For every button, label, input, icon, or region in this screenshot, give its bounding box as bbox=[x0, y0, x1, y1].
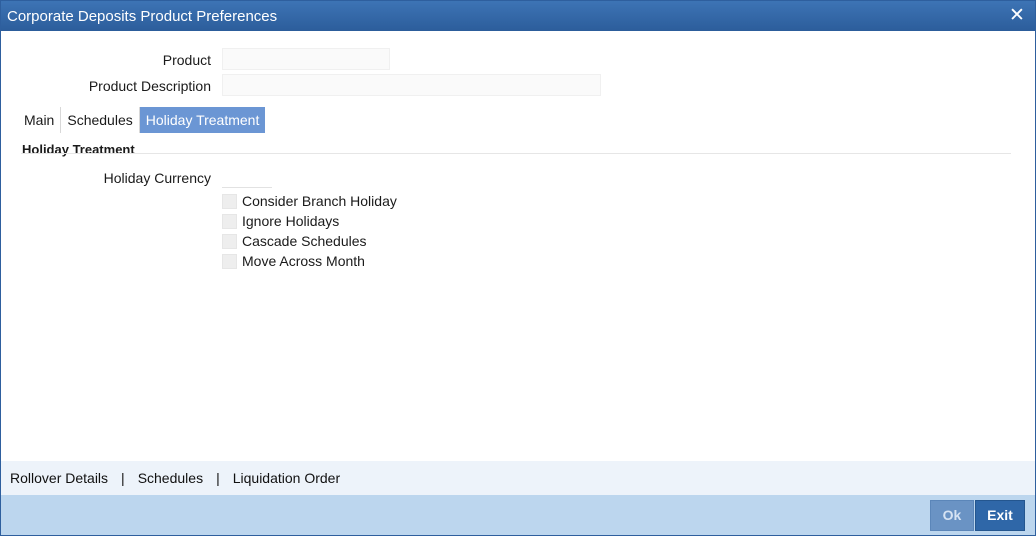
holiday-currency-input[interactable] bbox=[222, 166, 272, 188]
tab-schedules[interactable]: Schedules bbox=[61, 107, 140, 133]
ok-button[interactable]: Ok bbox=[930, 500, 974, 531]
bottom-link-bar: Rollover Details | Schedules | Liquidati… bbox=[1, 461, 1035, 495]
liquidation-order-link[interactable]: Liquidation Order bbox=[233, 470, 340, 486]
exit-button[interactable]: Exit bbox=[975, 500, 1025, 531]
window-title: Corporate Deposits Product Preferences bbox=[7, 8, 278, 25]
rollover-details-link[interactable]: Rollover Details bbox=[10, 470, 108, 486]
checkbox-row-consider-branch-holiday: Consider Branch Holiday bbox=[222, 192, 397, 210]
tab-holiday-treatment[interactable]: Holiday Treatment bbox=[139, 107, 266, 133]
footer-button-bar: Ok Exit bbox=[1, 495, 1035, 535]
cascade-schedules-checkbox[interactable] bbox=[222, 233, 237, 249]
move-across-month-checkbox[interactable] bbox=[222, 253, 237, 269]
consider-branch-holiday-label: Consider Branch Holiday bbox=[242, 193, 397, 209]
holiday-currency-label: Holiday Currency bbox=[103, 170, 211, 186]
section-divider bbox=[21, 153, 1011, 154]
product-preferences-window: Corporate Deposits Product Preferences ✕… bbox=[0, 0, 1036, 536]
product-description-label: Product Description bbox=[88, 78, 211, 94]
product-description-input[interactable] bbox=[222, 74, 601, 96]
tab-bar: Main Schedules Holiday Treatment bbox=[18, 107, 266, 133]
move-across-month-label: Move Across Month bbox=[242, 253, 365, 269]
link-separator: | bbox=[121, 470, 125, 486]
window-titlebar: Corporate Deposits Product Preferences ✕ bbox=[1, 1, 1035, 31]
product-input[interactable] bbox=[222, 48, 390, 70]
product-label: Product bbox=[162, 52, 211, 68]
ignore-holidays-checkbox[interactable] bbox=[222, 213, 237, 229]
tab-main[interactable]: Main bbox=[18, 107, 62, 133]
link-separator: | bbox=[216, 470, 220, 486]
checkbox-row-move-across-month: Move Across Month bbox=[222, 252, 365, 270]
consider-branch-holiday-checkbox[interactable] bbox=[222, 193, 237, 209]
cascade-schedules-label: Cascade Schedules bbox=[242, 233, 367, 249]
schedules-link[interactable]: Schedules bbox=[138, 470, 203, 486]
close-icon[interactable]: ✕ bbox=[1007, 5, 1027, 27]
checkbox-row-ignore-holidays: Ignore Holidays bbox=[222, 212, 339, 230]
section-title-holiday-treatment: Holiday Treatment bbox=[22, 142, 135, 157]
ignore-holidays-label: Ignore Holidays bbox=[242, 213, 340, 229]
checkbox-row-cascade-schedules: Cascade Schedules bbox=[222, 232, 367, 250]
